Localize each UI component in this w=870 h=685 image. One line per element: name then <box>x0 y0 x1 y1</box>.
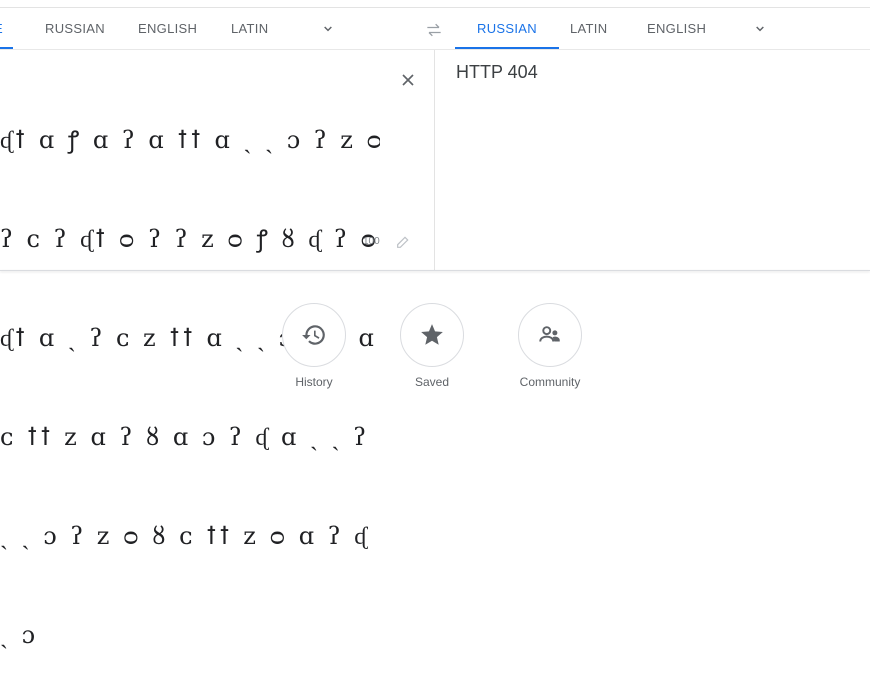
translation-output: HTTP 404 <box>456 62 538 82</box>
panel-divider <box>434 50 435 270</box>
target-tab-russian[interactable]: RUSSIAN <box>455 8 559 50</box>
target-tab-latin[interactable]: LATIN <box>570 8 607 50</box>
star-icon <box>421 324 443 345</box>
chevron-down-icon[interactable] <box>752 21 768 37</box>
history-action: History <box>274 303 354 389</box>
source-line: ˎ ɔ <box>0 621 39 649</box>
close-icon[interactable] <box>398 70 418 90</box>
saved-button[interactable] <box>400 303 464 367</box>
source-line: ˎ ˎ ɔ ʔ ᴢ ᴑ ȣ ᴄ ꝉꝉ ᴢ ᴑ ɑ ʔ ᶑ ᴄ ꝉꝉ ᴢ ᴄ <box>0 522 380 550</box>
source-line: ᶑꝉ ɑ ꝭ ɑ ʔ ɑ ꝉꝉ ɑ ˎ ˎ ɔ ʔ ᴢ ᴑ ꝭ ʔ ᴢ <box>0 126 380 154</box>
source-language-tabs: E RUSSIAN ENGLISH LATIN <box>0 8 435 50</box>
history-button[interactable] <box>282 303 346 367</box>
source-tab-latin[interactable]: LATIN <box>231 8 268 50</box>
community-button[interactable] <box>518 303 582 367</box>
community-action: Community <box>510 303 590 389</box>
community-label: Community <box>519 375 581 389</box>
saved-action: Saved <box>392 303 472 389</box>
source-line: ᴄ ꝉꝉ ᴢ ɑ ʔ ȣ ɑ ɔ ʔ ᶑ ɑ ˎ ˎ ʔ ʔ ᴢ ᴄ ꝉ <box>0 423 380 451</box>
source-tab-russian[interactable]: RUSSIAN <box>45 8 105 50</box>
target-language-tabs: RUSSIAN LATIN ENGLISH <box>435 8 870 50</box>
history-label: History <box>295 375 333 389</box>
source-tab-english[interactable]: ENGLISH <box>138 8 197 50</box>
tabs-divider <box>0 49 870 50</box>
history-icon <box>302 325 325 345</box>
saved-label: Saved <box>414 375 450 389</box>
panel-bottom-border <box>0 270 870 271</box>
source-tab-detect[interactable]: E <box>0 8 13 50</box>
target-tab-english[interactable]: ENGLISH <box>647 8 706 50</box>
chevron-down-icon[interactable] <box>320 21 336 37</box>
character-count: 100 <box>363 236 380 247</box>
source-line: ʔ ᴄ ʔ ᶑꝉ ᴑ ʔ ʔ ᴢ ᴑ ꝭ ȣ ᶑ ʔ ᴑ ʔ ᶑ ᴄ <box>0 225 380 253</box>
people-icon <box>539 326 560 342</box>
pencil-icon[interactable] <box>395 234 411 250</box>
